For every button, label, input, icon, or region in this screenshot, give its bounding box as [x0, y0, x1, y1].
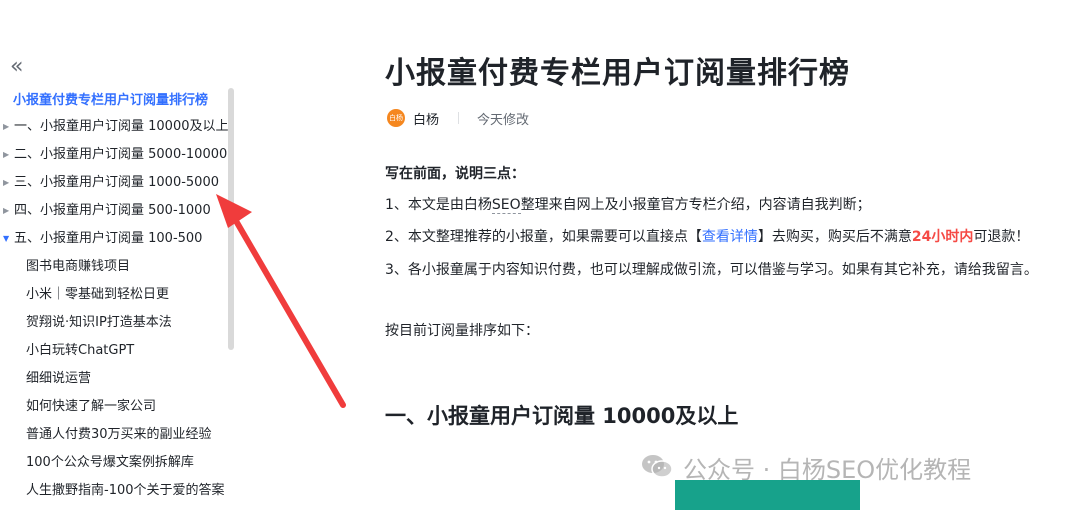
caret-right-icon[interactable]: ▶ — [3, 141, 13, 169]
point-1: 1、本文是由白杨SEO整理来自网上及小报童官方专栏介绍，内容请自我判断； — [385, 194, 871, 214]
toc-item[interactable]: ▶ 一、小报童用户订阅量 10000及以上 — [0, 113, 232, 141]
toc-subitem[interactable]: 贺翔说·知识IP打造基本法 — [0, 309, 232, 337]
toc-title[interactable]: 小报童付费专栏用户订阅量排行榜 — [13, 89, 208, 108]
point-1-text-c: 整理来自网上及小报童官方专栏介绍，内容请自我判断； — [520, 197, 871, 213]
caret-down-icon[interactable]: ▼ — [3, 225, 13, 253]
section-heading-1: 一、小报童用户订阅量 10000及以上 — [385, 404, 739, 428]
toc-item-label: 贺翔说·知识IP打造基本法 — [26, 315, 172, 330]
annotation-arrow-shaft — [229, 211, 346, 408]
toc-subitem[interactable]: 100个公众号爆文案例拆解库 — [0, 449, 232, 477]
toc-subitem[interactable]: 小白玩转ChatGPT — [0, 337, 232, 365]
document-main: 小报童付费专栏用户订阅量排行榜 白杨 白杨 今天修改 写在前面，说明三点： 1、… — [385, 0, 1080, 510]
point-1-seo: SEO — [491, 197, 521, 214]
toc-subitem[interactable]: 小米｜零基础到轻松日更 — [0, 281, 232, 309]
author-avatar[interactable]: 白杨 — [387, 109, 405, 127]
toc-item-label: 如何快速了解一家公司 — [26, 399, 157, 414]
view-details-link[interactable]: 查看详情 — [702, 229, 758, 245]
teal-banner-block — [675, 480, 860, 510]
toc-item-label: 三、小报童用户订阅量 1000-5000 — [14, 175, 219, 190]
toc-subitem[interactable]: 图书电商赚钱项目 — [0, 253, 232, 281]
toc-item-label: 小白玩转ChatGPT — [26, 343, 135, 358]
toc-item-label: 二、小报童用户订阅量 5000-10000 — [14, 147, 228, 162]
toc-subitem[interactable]: 细细说运营 — [0, 365, 232, 393]
toc-item-label: 五、小报童用户订阅量 100-500 — [14, 231, 203, 246]
point-2-text-c: 可退款！ — [973, 229, 1030, 245]
point-2-text-a: 2、本文整理推荐的小报童，如果需要可以直接点【 — [385, 229, 702, 245]
toc-list: ▶ 一、小报童用户订阅量 10000及以上 ▶ 二、小报童用户订阅量 5000-100… — [0, 113, 232, 505]
toc-item[interactable]: ▼ 五、小报童用户订阅量 100-500 — [0, 225, 232, 253]
toc-item-label: 普通人付费30万买来的副业经验 — [26, 427, 212, 442]
caret-right-icon[interactable]: ▶ — [3, 169, 13, 197]
toc-item-label: 图书电商赚钱项目 — [26, 259, 131, 274]
toc-item-label: 小米｜零基础到轻松日更 — [26, 287, 170, 302]
caret-right-icon[interactable]: ▶ — [3, 113, 13, 141]
author-name[interactable]: 白杨 — [413, 109, 439, 128]
document-page: « 小报童付费专栏用户订阅量排行榜 ▶ 一、小报童用户订阅量 10000及以上 ▶ 二… — [0, 0, 1080, 510]
refund-window-highlight: 24小时内 — [911, 229, 974, 245]
toc-subitem[interactable]: 人生撒野指南-100个关于爱的答案 — [0, 477, 232, 505]
toc-subitem[interactable]: 普通人付费30万买来的副业经验 — [0, 421, 232, 449]
toc-item-label: 细细说运营 — [26, 371, 92, 386]
point-2-text-b: 】去购买，购买后不满意 — [757, 229, 912, 245]
point-3: 3、各小报童属于内容知识付费，也可以理解成做引流，可以借鉴与学习。如果有其它补充… — [385, 262, 1038, 278]
toc-item[interactable]: ▶ 二、小报童用户订阅量 5000-10000 — [0, 141, 232, 169]
toc-item-label: 四、小报童用户订阅量 500-1000 — [14, 203, 211, 218]
toc-subitem[interactable]: 如何快速了解一家公司 — [0, 393, 232, 421]
toc-item-label: 100个公众号爆文案例拆解库 — [26, 455, 194, 470]
toc-item[interactable]: ▶ 四、小报童用户订阅量 500-1000 — [0, 197, 232, 225]
point-2: 2、本文整理推荐的小报童，如果需要可以直接点【查看详情】去购买，购买后不满意24… — [385, 226, 1029, 246]
wechat-icon — [642, 455, 673, 478]
toc-sidebar: « 小报童付费专栏用户订阅量排行榜 ▶ 一、小报童用户订阅量 10000及以上 ▶ 二… — [0, 0, 240, 510]
modified-time: 今天修改 — [477, 113, 530, 128]
meta-divider — [458, 112, 459, 124]
toc-item[interactable]: ▶ 三、小报童用户订阅量 1000-5000 — [0, 169, 232, 197]
collapse-sidebar-icon[interactable]: « — [10, 56, 23, 78]
point-1-text-a: 1、本文是由白杨 — [385, 197, 492, 213]
toc-item-label: 一、小报童用户订阅量 10000及以上 — [14, 119, 229, 134]
toc-item-label: 人生撒野指南-100个关于爱的答案 — [26, 483, 225, 498]
caret-right-icon[interactable]: ▶ — [3, 197, 13, 225]
intro-heading: 写在前面，说明三点： — [385, 166, 525, 182]
toc-scrollbar[interactable] — [228, 88, 234, 350]
page-title: 小报童付费专栏用户订阅量排行榜 — [385, 56, 850, 91]
order-note: 按目前订阅量排序如下： — [385, 323, 539, 339]
